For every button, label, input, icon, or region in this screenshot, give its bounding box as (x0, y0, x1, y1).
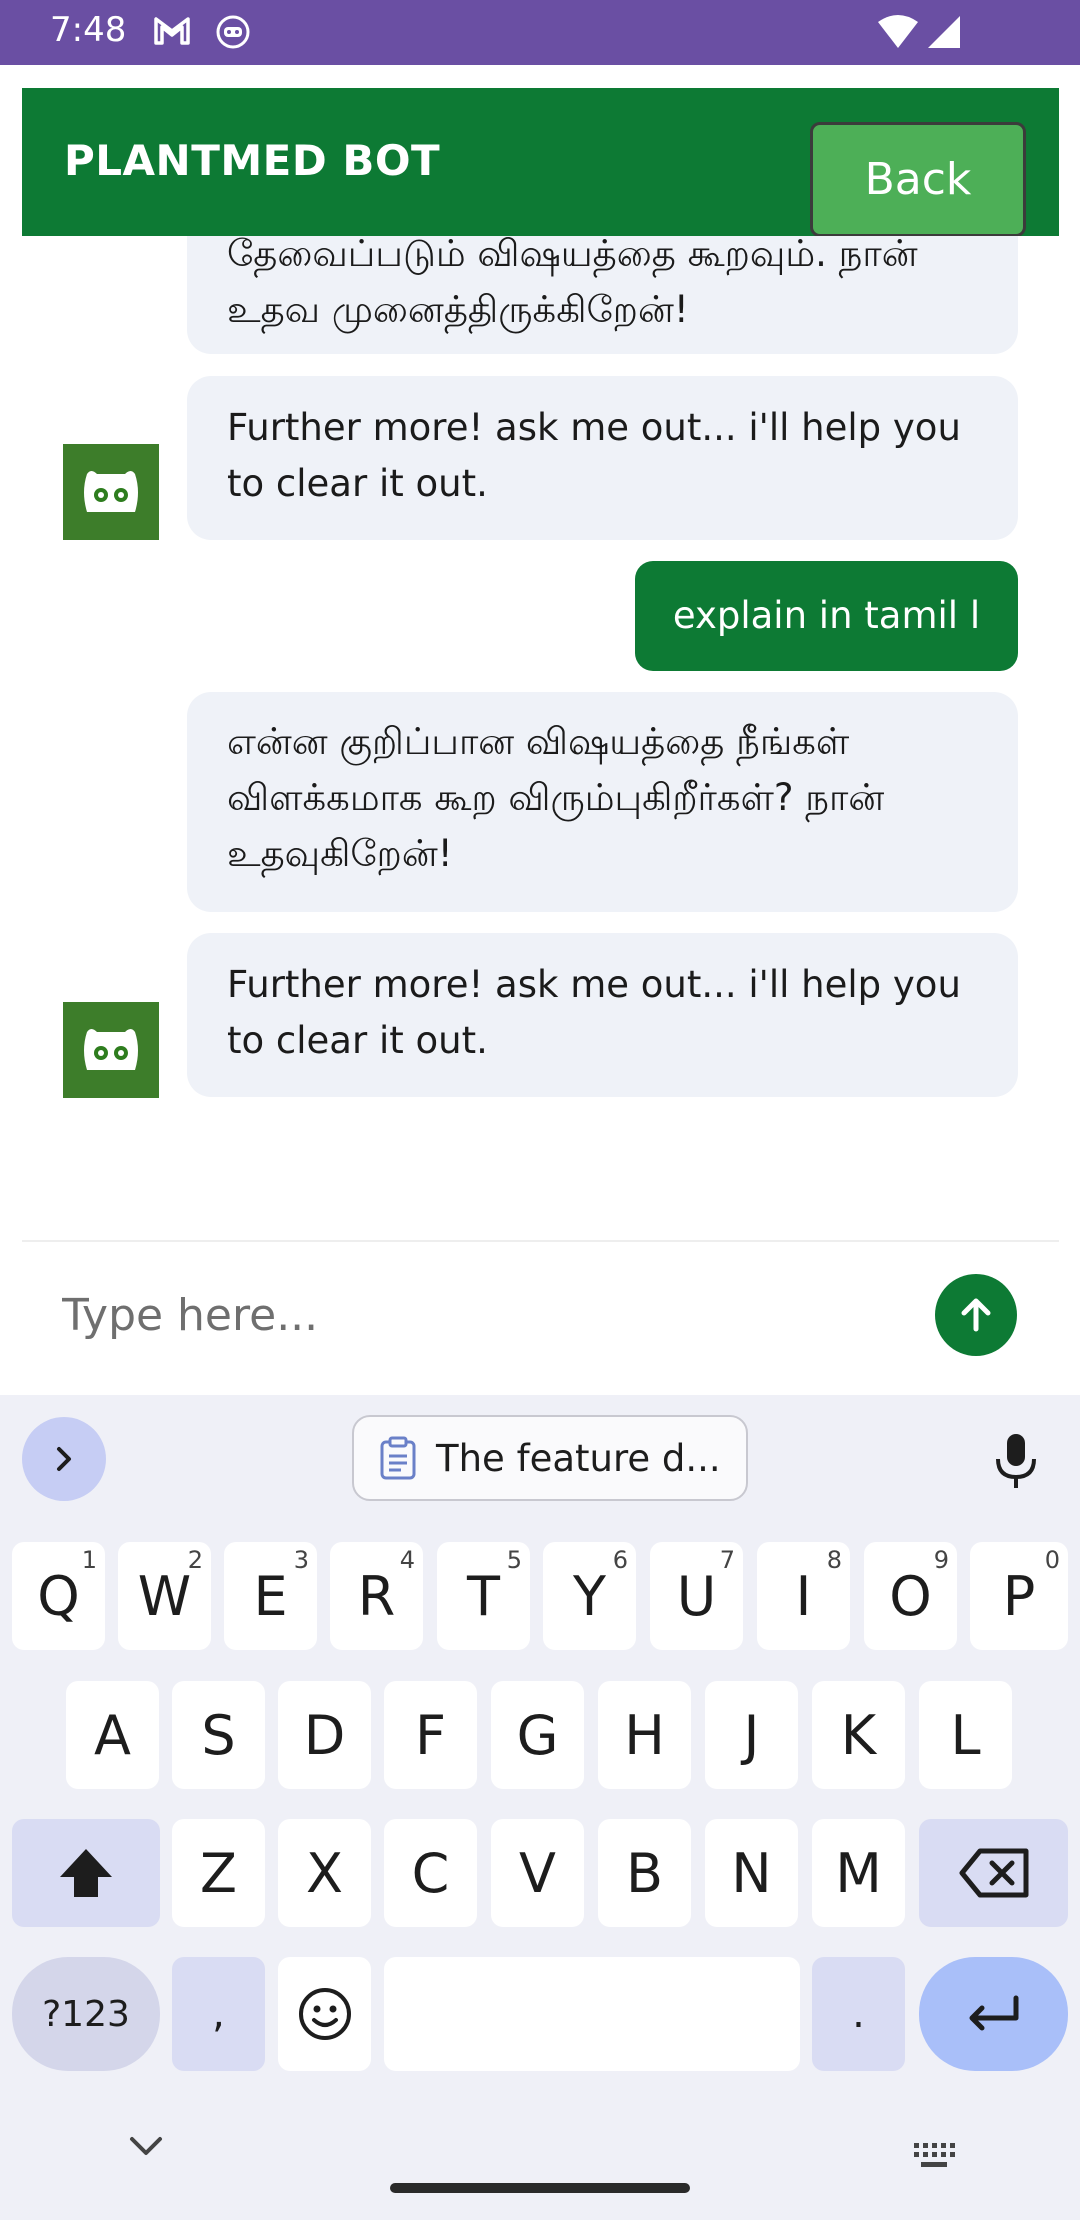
user-message: explain in tamil l (635, 561, 1018, 671)
status-time: 7:48 (50, 10, 127, 50)
key-a[interactable]: A (66, 1681, 159, 1789)
composer-divider (22, 1240, 1059, 1242)
back-button[interactable]: Back (810, 122, 1026, 237)
backspace-key[interactable] (919, 1819, 1068, 1927)
shift-arrow-icon (60, 1849, 112, 1897)
app-header: PLANTMED BOT Back (22, 88, 1059, 237)
emoji-key[interactable] (278, 1957, 371, 2071)
clipboard-suggestion-text: The feature d... (436, 1436, 721, 1480)
key-e[interactable]: E3 (224, 1542, 317, 1650)
app-title: PLANTMED BOT (64, 136, 441, 185)
key-k[interactable]: K (812, 1681, 905, 1789)
key-x[interactable]: X (278, 1819, 371, 1927)
bot-message: Further more! ask me out... i'll help yo… (187, 933, 1018, 1097)
clipboard-icon (380, 1436, 416, 1480)
wifi-icon (878, 15, 918, 48)
signal-icon (928, 16, 960, 48)
key-p[interactable]: P0 (970, 1542, 1068, 1650)
key-y[interactable]: Y6 (543, 1542, 636, 1650)
spacebar-key[interactable] (384, 1957, 800, 2071)
key-t[interactable]: T5 (437, 1542, 530, 1650)
key-v[interactable]: V (491, 1819, 584, 1927)
emoji-icon (298, 1988, 351, 2040)
key-q[interactable]: Q1 (12, 1542, 105, 1650)
bot-message: தேவைப்படும் விஷயத்தை கூறவும். நான் உதவ ம… (187, 236, 1018, 354)
key-i[interactable]: I8 (757, 1542, 850, 1650)
key-h[interactable]: H (598, 1681, 691, 1789)
key-l[interactable]: L (919, 1681, 1012, 1789)
symbols-key[interactable]: ?123 (12, 1957, 160, 2071)
message-input[interactable] (62, 1285, 912, 1345)
period-key[interactable]: . (812, 1957, 905, 2071)
key-u[interactable]: U7 (650, 1542, 743, 1650)
key-c[interactable]: C (384, 1819, 477, 1927)
cat-app-icon (216, 15, 250, 49)
key-j[interactable]: J (705, 1681, 798, 1789)
key-s[interactable]: S (172, 1681, 265, 1789)
backspace-icon (959, 1848, 1028, 1898)
bot-avatar-icon (63, 1002, 159, 1098)
key-b[interactable]: B (598, 1819, 691, 1927)
arrow-up-icon (961, 1298, 991, 1332)
key-m[interactable]: M (812, 1819, 905, 1927)
bot-avatar-icon (63, 444, 159, 540)
enter-key[interactable] (919, 1957, 1068, 2071)
on-screen-keyboard: The feature d... Q1 W2 E3 R4 T5 Y6 U7 I8… (0, 1395, 1080, 2220)
bot-message: என்ன குறிப்பான விஷயத்தை நீங்கள் விளக்கமா… (187, 692, 1018, 912)
key-n[interactable]: N (705, 1819, 798, 1927)
key-w[interactable]: W2 (118, 1542, 211, 1650)
key-g[interactable]: G (491, 1681, 584, 1789)
gmail-icon (154, 17, 190, 45)
bot-message: Further more! ask me out... i'll help yo… (187, 376, 1018, 540)
keyboard-hide-chevron-icon[interactable] (128, 2135, 164, 2159)
chat-area[interactable]: தேவைப்படும் விஷயத்தை கூறவும். நான் உதவ ம… (0, 236, 1080, 1240)
shift-key[interactable] (12, 1819, 160, 1927)
status-bar: 7:48 (0, 0, 1080, 65)
comma-key[interactable]: , (172, 1957, 265, 2071)
clipboard-suggestion-chip[interactable]: The feature d... (352, 1415, 748, 1501)
key-r[interactable]: R4 (330, 1542, 423, 1650)
keyboard-expand-button[interactable] (22, 1417, 106, 1501)
enter-arrow-icon (969, 1995, 1018, 2031)
chevron-right-icon (57, 1447, 71, 1471)
keyboard-switch-icon[interactable] (912, 2141, 956, 2171)
microphone-icon[interactable] (990, 1431, 1042, 1491)
key-o[interactable]: O9 (864, 1542, 957, 1650)
key-d[interactable]: D (278, 1681, 371, 1789)
send-button[interactable] (935, 1274, 1017, 1356)
home-indicator[interactable] (390, 2183, 690, 2193)
key-z[interactable]: Z (172, 1819, 265, 1927)
key-f[interactable]: F (384, 1681, 477, 1789)
